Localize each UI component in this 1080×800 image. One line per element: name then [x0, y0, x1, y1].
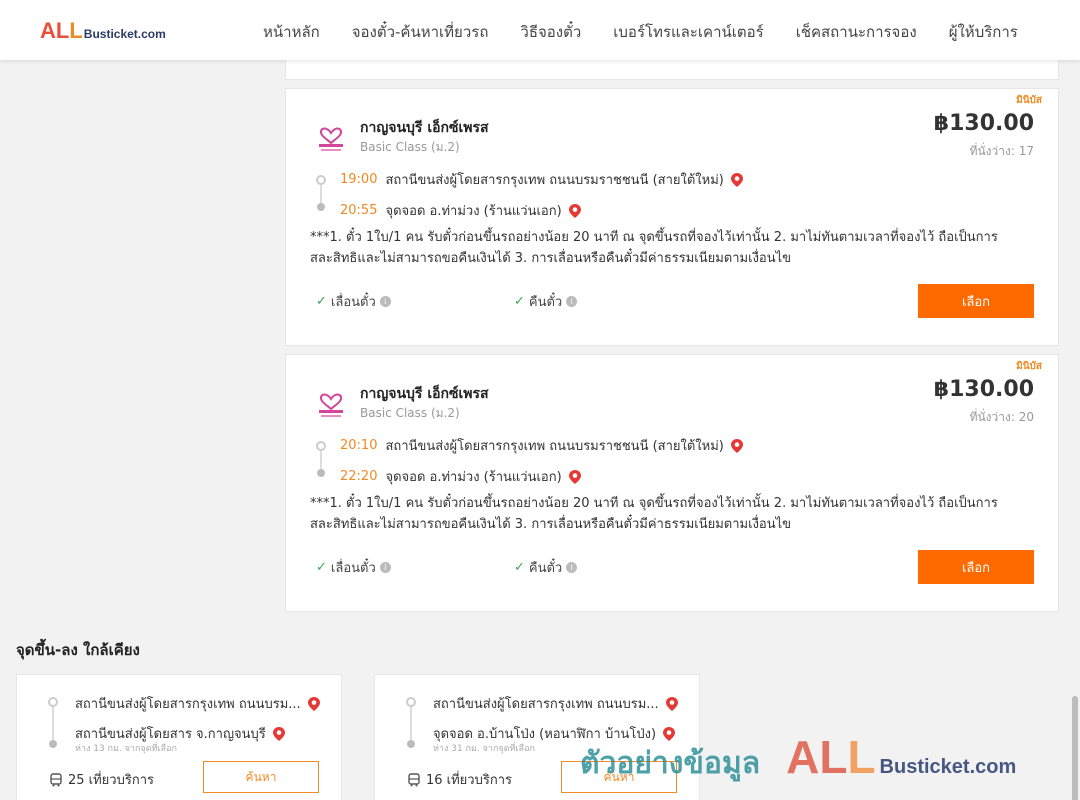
trip-conditions-note: ***1. ตั๋ว 1ใบ/1 คน รับตั๋วก่อนขึ้นรถอย่… [310, 230, 998, 266]
check-icon: ✓ [514, 294, 525, 309]
trip-card: มินิบัส กาญจนบุรี เอ็กซ์เพรส Basic Class… [285, 354, 1059, 612]
sample-data-watermark: ตัวอย่างข้อมูล ALL Busticket.com [580, 730, 1016, 787]
seats-available: ที่นั่งว่าง: 17 [969, 144, 1034, 158]
nearby-trip-count-label: 16 เที่ยวบริการ [426, 773, 512, 788]
bus-class: Basic Class (ม.2) [360, 406, 460, 420]
refund-ticket-option: ✓ คืนตั๋ว i [514, 291, 578, 312]
change-ticket-option: ✓ เลื่อนตั๋ว i [316, 291, 391, 312]
map-pin-icon[interactable] [568, 469, 582, 485]
refund-ticket-label: คืนตั๋ว [528, 295, 563, 310]
map-pin-icon[interactable] [730, 172, 744, 188]
main-nav: หน้าหลัก จองตั๋ว-ค้นหาเที่ยวรถ วิธีจองตั… [263, 20, 1050, 44]
nearby-origin: สถานีขนส่งผู้โดยสารกรุงเทพ ถนนบรม... [433, 693, 679, 714]
watermark-busticket-text: Busticket.com [879, 756, 1017, 778]
watermark-all-text: ALL [786, 731, 876, 783]
info-icon[interactable]: i [379, 562, 391, 573]
bus-icon [408, 772, 420, 786]
nearby-distance: ห่าง 31 กม. จากจุดที่เลือก [433, 744, 535, 754]
origin-dot-icon [48, 697, 58, 707]
departure-time: 19:00 [340, 172, 378, 187]
info-icon[interactable]: i [379, 296, 391, 307]
origin-dot-icon [316, 441, 326, 451]
scrollbar-thumb[interactable] [1072, 696, 1078, 800]
operator-name: กาญจนบุรี เอ็กซ์เพรส [360, 120, 489, 136]
change-ticket-label: เลื่อนตั๋ว [330, 561, 376, 576]
map-pin-icon[interactable] [272, 726, 286, 742]
top-header: ALL Busticket.com หน้าหลัก จองตั๋ว-ค้นหา… [0, 0, 1080, 60]
operator-logo-icon [319, 127, 343, 151]
departure-stop: 20:10 สถานีขนส่งผู้โดยสารกรุงเทพ ถนนบรมร… [340, 435, 744, 456]
watermark-thai-text: ตัวอย่างข้อมูล [580, 746, 761, 781]
nav-home[interactable]: หน้าหลัก [263, 20, 320, 44]
destination-dot-icon [317, 203, 325, 211]
operator-name: กาญจนบุรี เอ็กซ์เพรส [360, 386, 489, 402]
nearby-route-card: สถานีขนส่งผู้โดยสารกรุงเทพ ถนนบรม... สถา… [16, 674, 342, 800]
nearby-origin: สถานีขนส่งผู้โดยสารกรุงเทพ ถนนบรม... [75, 693, 321, 714]
previous-trip-card [285, 60, 1059, 80]
nearby-stops-title: จุดขึ้น-ลง ใกล้เคียง [16, 641, 140, 659]
arrival-stop: 20:55 จุดจอด อ.ท่าม่วง (ร้านแว่นเอก) [340, 200, 582, 221]
info-icon[interactable]: i [566, 562, 578, 573]
departure-stop: 19:00 สถานีขนส่งผู้โดยสารกรุงเทพ ถนนบรมร… [340, 169, 744, 190]
nearby-trip-count: 25 เที่ยวบริการ [49, 769, 154, 790]
destination-dot-icon [49, 740, 57, 748]
nearby-search-button[interactable]: ค้นหา [203, 761, 319, 793]
check-icon: ✓ [514, 560, 525, 575]
origin-dot-icon [316, 175, 326, 185]
change-ticket-label: เลื่อนตั๋ว [330, 295, 376, 310]
nearby-trip-count: 16 เที่ยวบริการ [407, 769, 512, 790]
bus-icon [50, 772, 62, 786]
destination-dot-icon [407, 740, 415, 748]
arrival-stop: 22:20 จุดจอด อ.ท่าม่วง (ร้านแว่นเอก) [340, 466, 582, 487]
info-icon[interactable]: i [566, 296, 578, 307]
route-line [52, 703, 54, 745]
logo-all-text: ALL [40, 18, 83, 43]
nearby-origin-label: สถานีขนส่งผู้โดยสารกรุงเทพ ถนนบรม... [433, 697, 659, 712]
departure-time: 20:10 [340, 438, 378, 453]
arrival-time: 22:20 [340, 469, 378, 484]
departure-place: สถานีขนส่งผู้โดยสารกรุงเทพ ถนนบรมราชชนนี… [385, 173, 724, 188]
refund-ticket-option: ✓ คืนตั๋ว i [514, 557, 578, 578]
vehicle-type-tag: มินิบัส [1016, 361, 1042, 372]
change-ticket-option: ✓ เลื่อนตั๋ว i [316, 557, 391, 578]
map-pin-icon[interactable] [665, 696, 679, 712]
nearby-distance: ห่าง 13 กม. จากจุดที่เลือก [75, 744, 177, 754]
check-icon: ✓ [316, 294, 327, 309]
destination-dot-icon [317, 469, 325, 477]
departure-place: สถานีขนส่งผู้โดยสารกรุงเทพ ถนนบรมราชชนนี… [385, 439, 724, 454]
bus-class: Basic Class (ม.2) [360, 140, 460, 154]
nearby-origin-label: สถานีขนส่งผู้โดยสารกรุงเทพ ถนนบรม... [75, 697, 301, 712]
logo-busticket-text: Busticket.com [83, 27, 166, 41]
arrival-place: จุดจอด อ.ท่าม่วง (ร้านแว่นเอก) [385, 470, 562, 485]
refund-ticket-label: คืนตั๋ว [528, 561, 563, 576]
map-pin-icon[interactable] [307, 696, 321, 712]
nearby-trip-count-label: 25 เที่ยวบริการ [68, 773, 154, 788]
site-logo[interactable]: ALL Busticket.com [40, 18, 166, 44]
ticket-price: ฿130.00 [933, 377, 1034, 402]
nav-how-to-book[interactable]: วิธีจองตั๋ว [520, 20, 581, 44]
nav-contact-counter[interactable]: เบอร์โทรและเคาน์เตอร์ [613, 20, 763, 44]
map-pin-icon[interactable] [730, 438, 744, 454]
vehicle-type-tag: มินิบัส [1016, 95, 1042, 106]
trip-conditions-note: ***1. ตั๋ว 1ใบ/1 คน รับตั๋วก่อนขึ้นรถอย่… [310, 496, 998, 532]
page-scrollbar[interactable] [1072, 60, 1080, 800]
select-trip-button[interactable]: เลือก [918, 284, 1034, 318]
map-pin-icon[interactable] [568, 203, 582, 219]
nav-check-status[interactable]: เช็คสถานะการจอง [796, 20, 917, 44]
operator-logo-icon [319, 393, 343, 417]
trip-card: มินิบัส กาญจนบุรี เอ็กซ์เพรส Basic Class… [285, 88, 1059, 346]
origin-dot-icon [406, 697, 416, 707]
seats-available: ที่นั่งว่าง: 20 [969, 410, 1034, 424]
nav-book-search[interactable]: จองตั๋ว-ค้นหาเที่ยวรถ [352, 20, 489, 44]
select-trip-button[interactable]: เลือก [918, 550, 1034, 584]
check-icon: ✓ [316, 560, 327, 575]
nav-operators[interactable]: ผู้ให้บริการ [949, 20, 1018, 44]
route-line [410, 703, 412, 745]
arrival-place: จุดจอด อ.ท่าม่วง (ร้านแว่นเอก) [385, 204, 562, 219]
ticket-price: ฿130.00 [933, 111, 1034, 136]
arrival-time: 20:55 [340, 203, 378, 218]
